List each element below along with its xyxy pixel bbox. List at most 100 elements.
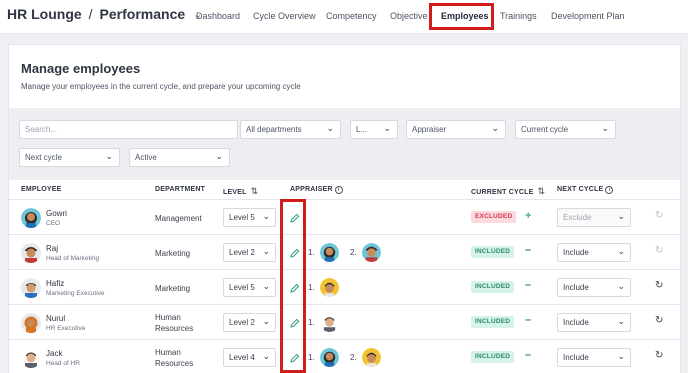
- employee-name[interactable]: Raj: [46, 244, 58, 253]
- employee-department: Marketing: [155, 249, 191, 258]
- next-cycle-select[interactable]: Include ⌄: [557, 313, 631, 332]
- current-cycle-badge: EXCLUDED: [471, 211, 517, 223]
- exclude-minus-icon[interactable]: –: [525, 279, 531, 291]
- employee-role: HR Executive: [46, 325, 86, 332]
- tab-dashboard[interactable]: Dashboard: [196, 11, 240, 21]
- next-cycle-value: Include: [563, 318, 589, 327]
- level-select[interactable]: Level 2 ⌄: [223, 313, 276, 332]
- chevron-down-icon: ⌄: [617, 316, 625, 326]
- level-select-value: Level 2: [229, 318, 255, 327]
- level-select[interactable]: Level 5 ⌄: [223, 208, 276, 227]
- level-select[interactable]: Level 2 ⌄: [223, 243, 276, 262]
- chevron-down-icon: ⌄: [262, 211, 270, 221]
- column-next-cycle: NEXT CYCLE i: [557, 186, 614, 194]
- next-cycle-value: Include: [563, 283, 589, 292]
- chevron-down-icon: ⌄: [105, 151, 113, 161]
- search-input[interactable]: Search...: [19, 120, 238, 139]
- refresh-icon[interactable]: ↻: [655, 350, 663, 361]
- current-cycle-filter[interactable]: Current cycle ⌄: [515, 120, 616, 139]
- tab-objective[interactable]: Objective: [390, 11, 428, 21]
- level-select-value: Level 5: [229, 283, 255, 292]
- status-filter-label: Active: [135, 153, 157, 162]
- chevron-down-icon: ⌄: [326, 123, 334, 133]
- employee-name[interactable]: Nurul: [46, 314, 65, 323]
- next-cycle-filter-label: Next cycle: [25, 153, 62, 162]
- current-cycle-filter-label: Current cycle: [521, 125, 569, 134]
- employee-role: Marketing Executive: [46, 290, 105, 297]
- level-filter[interactable]: L... ⌄: [350, 120, 398, 139]
- level-select-value: Level 4: [229, 353, 255, 362]
- employee-role: Head of HR: [46, 360, 80, 367]
- appraiser-order: 1.: [308, 248, 315, 257]
- chevron-down-icon: ⌄: [617, 281, 625, 291]
- avatar: [21, 208, 41, 228]
- column-appraiser: APPRAISER i: [290, 186, 343, 194]
- employee-name[interactable]: Gowri: [46, 209, 67, 218]
- next-cycle-select[interactable]: Include ⌄: [557, 278, 631, 297]
- status-filter[interactable]: Active ⌄: [129, 148, 230, 167]
- table-row: Gowri CEO Management Level 5 ⌄ EXCLUDED +…: [9, 199, 680, 235]
- refresh-icon[interactable]: ↻: [655, 210, 663, 221]
- table-row: Nurul HR Executive Human Resources Level…: [9, 304, 680, 340]
- avatar: [21, 313, 41, 333]
- level-select[interactable]: Level 5 ⌄: [223, 278, 276, 297]
- include-plus-icon[interactable]: +: [525, 210, 531, 222]
- employee-name[interactable]: Hafiz: [46, 279, 64, 288]
- appraiser-filter[interactable]: Appraiser ⌄: [406, 120, 506, 139]
- sort-icon[interactable]: ⇅: [538, 186, 546, 196]
- chevron-down-icon: ⌄: [262, 316, 270, 326]
- breadcrumb: HR Lounge / Performance ⌄: [7, 6, 202, 22]
- module-name[interactable]: Performance: [100, 6, 186, 22]
- next-cycle-filter[interactable]: Next cycle ⌄: [19, 148, 120, 167]
- employee-department: Marketing: [155, 284, 191, 293]
- column-level[interactable]: LEVEL ⇅: [223, 186, 258, 197]
- manage-employees-card: Manage employees Manage your employees i…: [8, 44, 681, 373]
- appraiser-avatar[interactable]: [320, 348, 339, 367]
- appraiser-order: 1.: [308, 283, 315, 292]
- exclude-minus-icon[interactable]: –: [525, 349, 531, 361]
- column-level-label: LEVEL: [223, 189, 247, 196]
- refresh-icon[interactable]: ↻: [655, 280, 663, 291]
- employee-role: CEO: [46, 220, 61, 227]
- column-current-cycle[interactable]: CURRENT CYCLE ⇅: [471, 186, 545, 197]
- current-cycle-badge: INCLUDED: [471, 316, 515, 328]
- tab-trainings[interactable]: Trainings: [500, 11, 537, 21]
- appraiser-avatar[interactable]: [362, 243, 381, 262]
- info-icon[interactable]: i: [334, 186, 343, 194]
- sort-icon[interactable]: ⇅: [251, 186, 259, 196]
- employees-tab-highlight: [429, 3, 494, 30]
- tab-cycle-overview[interactable]: Cycle Overview: [253, 11, 316, 21]
- refresh-icon[interactable]: ↻: [655, 245, 663, 256]
- top-bar: HR Lounge / Performance ⌄ Dashboard Cycle O…: [0, 0, 688, 34]
- department-filter[interactable]: All departments ⌄: [240, 120, 341, 139]
- employee-name[interactable]: Jack: [46, 349, 62, 358]
- tab-development-plan[interactable]: Development Plan: [551, 11, 625, 21]
- chevron-down-icon: ⌄: [262, 351, 270, 361]
- next-cycle-value: Include: [563, 248, 589, 257]
- exclude-minus-icon[interactable]: –: [525, 314, 531, 326]
- chevron-down-icon: ⌄: [215, 151, 223, 161]
- appraiser-avatar[interactable]: [320, 313, 339, 332]
- info-icon[interactable]: i: [605, 186, 614, 194]
- chevron-down-icon: ⌄: [383, 123, 391, 133]
- refresh-icon[interactable]: ↻: [655, 315, 663, 326]
- avatar: [21, 243, 41, 263]
- appraiser-order: 2.: [350, 353, 357, 362]
- appraiser-avatar[interactable]: [362, 348, 381, 367]
- appraiser-avatar[interactable]: [320, 278, 339, 297]
- exclude-minus-icon[interactable]: –: [525, 244, 531, 256]
- employee-department: Human Resources: [155, 313, 194, 333]
- next-cycle-select[interactable]: Exclude ⌄: [557, 208, 631, 227]
- appraiser-order: 1.: [308, 318, 315, 327]
- app-name[interactable]: HR Lounge: [7, 6, 82, 22]
- chevron-down-icon: ⌄: [617, 246, 625, 256]
- chevron-down-icon: ⌄: [262, 281, 270, 291]
- column-next-cycle-label: NEXT CYCLE: [557, 186, 604, 193]
- tab-competency[interactable]: Competency: [326, 11, 377, 21]
- next-cycle-select[interactable]: Include ⌄: [557, 243, 631, 262]
- filter-bar: Search... All departments ⌄ L... ⌄ Apprais…: [9, 108, 680, 180]
- next-cycle-select[interactable]: Include ⌄: [557, 348, 631, 367]
- appraiser-avatar[interactable]: [320, 243, 339, 262]
- appraiser-edit-highlight: [280, 199, 306, 373]
- level-select[interactable]: Level 4 ⌄: [223, 348, 276, 367]
